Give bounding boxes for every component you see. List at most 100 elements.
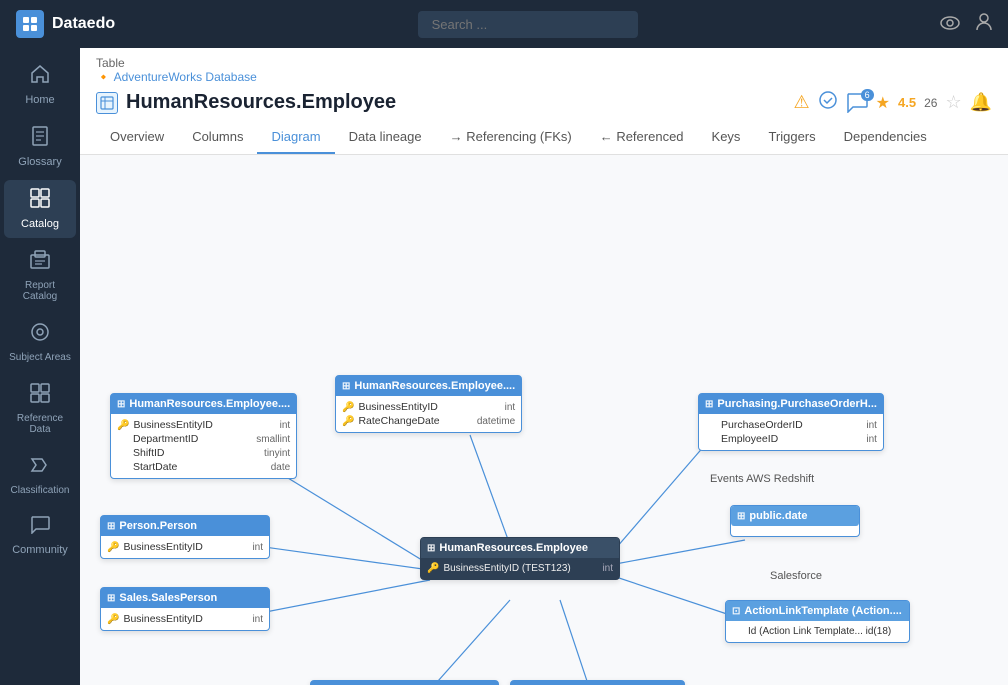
tab-diagram[interactable]: Diagram: [257, 121, 334, 154]
sidebar-item-catalog[interactable]: Catalog: [4, 180, 76, 238]
col-name: EmployeeID: [721, 433, 862, 445]
tab-overview[interactable]: Overview: [96, 121, 178, 154]
col-type: int: [505, 402, 516, 413]
aws-label: Events AWS Redshift: [710, 473, 814, 485]
community-icon: [30, 516, 50, 540]
sidebar-item-classification-label: Classification: [11, 485, 70, 496]
eye-icon[interactable]: [940, 14, 960, 35]
logo-icon: [16, 10, 44, 38]
table-title: HumanResources.Employee: [439, 542, 588, 554]
breadcrumb-link[interactable]: 🔸 AdventureWorks Database: [96, 70, 992, 84]
home-icon: [30, 64, 50, 90]
table-row: 🔑 BusinessEntityID int: [107, 612, 263, 626]
tabs: Overview Columns Diagram Data lineage → …: [80, 121, 1008, 155]
table-row: Id (Action Link Template... id(18): [732, 625, 903, 638]
table-body: PurchaseOrderID int EmployeeID int: [699, 414, 883, 450]
col-type: int: [866, 434, 877, 445]
table-job-candidate[interactable]: ⊞ HumanResources.JobCandid... JobCandida…: [310, 680, 499, 685]
tab-dependencies[interactable]: Dependencies: [830, 121, 941, 154]
bookmark-icon[interactable]: ☆: [945, 92, 961, 113]
user-icon[interactable]: [976, 13, 992, 36]
sidebar-item-reference-data[interactable]: Reference Data: [4, 375, 76, 443]
tab-referenced[interactable]: ← Referenced: [586, 121, 698, 154]
key-icon: 🔑: [427, 563, 439, 574]
table-production-doc[interactable]: ⊞ Production.Document DocumentNode hiera…: [510, 680, 685, 685]
key-icon: 🔑: [342, 416, 354, 427]
table-public-date[interactable]: ⊞ public.date: [730, 505, 860, 537]
tab-columns[interactable]: Columns: [178, 121, 257, 154]
sidebar-item-community-label: Community: [12, 544, 68, 556]
warning-icon[interactable]: ⚠: [794, 92, 810, 113]
sidebar-item-glossary-label: Glossary: [18, 156, 61, 168]
table-emp-dept[interactable]: ⊞ HumanResources.Employee.... 🔑 Business…: [110, 393, 297, 479]
tab-keys[interactable]: Keys: [698, 121, 755, 154]
col-name: ShiftID: [133, 447, 260, 459]
table-person[interactable]: ⊞ Person.Person 🔑 BusinessEntityID int: [100, 515, 270, 559]
table-row: StartDate date: [117, 460, 290, 474]
header-actions: ⚠ 6 ★ 4.5 26 ☆ 🔔: [794, 90, 992, 115]
rating-value: 4.5: [898, 95, 916, 110]
check-icon[interactable]: [818, 90, 838, 115]
sidebar-item-glossary[interactable]: Glossary: [4, 118, 76, 176]
table-header: ⊡ ActionLinkTemplate (Action....: [726, 601, 909, 621]
table-title: Purchasing.PurchaseOrderH...: [717, 398, 877, 410]
salesforce-label: Salesforce: [770, 570, 822, 582]
breadcrumb-type: Table: [96, 56, 125, 70]
report-catalog-icon: [30, 250, 50, 276]
col-name: Id (Action Link Template... id(18): [748, 626, 903, 637]
table-purchasing[interactable]: ⊞ Purchasing.PurchaseOrderH... PurchaseO…: [698, 393, 884, 451]
tab-referencing-fks[interactable]: → Referencing (FKs): [436, 121, 586, 154]
col-type: int: [252, 614, 263, 625]
sidebar-item-reference-data-label: Reference Data: [8, 413, 72, 435]
reference-data-icon: [30, 383, 50, 409]
col-type: tinyint: [264, 448, 290, 459]
sidebar-item-classification[interactable]: Classification: [4, 447, 76, 504]
tab-data-lineage[interactable]: Data lineage: [335, 121, 436, 154]
sidebar-item-community[interactable]: Community: [4, 508, 76, 564]
catalog-icon: [30, 188, 50, 214]
col-name: DepartmentID: [133, 433, 252, 445]
table-row: DepartmentID smallint: [117, 432, 290, 446]
col-type: smallint: [256, 434, 290, 445]
search-input[interactable]: [418, 11, 638, 38]
sidebar-item-subject-areas[interactable]: Subject Areas: [4, 314, 76, 371]
sidebar-item-home[interactable]: Home: [4, 56, 76, 114]
table-row: 🔑 RateChangeDate datetime: [342, 414, 515, 428]
rating-star-icon: ★: [876, 93, 890, 113]
table-row: 🔑 BusinessEntityID int: [342, 400, 515, 414]
sidebar-item-report-catalog[interactable]: Report Catalog: [4, 242, 76, 310]
key-icon: 🔑: [107, 614, 119, 625]
table-title: public.date: [749, 510, 807, 522]
classification-icon: [30, 455, 50, 481]
col-name: BusinessEntityID: [133, 419, 275, 431]
breadcrumb: Table 🔸 AdventureWorks Database: [80, 48, 1008, 84]
col-name: BusinessEntityID: [123, 541, 248, 553]
table-row: PurchaseOrderID int: [705, 418, 877, 432]
table-hr-employee-central[interactable]: ⊞ HumanResources.Employee 🔑 BusinessEnti…: [420, 537, 620, 580]
col-type: date: [271, 462, 290, 473]
content-area: Table 🔸 AdventureWorks Database HumanRes…: [80, 48, 1008, 685]
table-title: Sales.SalesPerson: [119, 592, 217, 604]
table-sales[interactable]: ⊞ Sales.SalesPerson 🔑 BusinessEntityID i…: [100, 587, 270, 631]
sidebar-item-report-catalog-label: Report Catalog: [8, 280, 72, 302]
table-action-link[interactable]: ⊡ ActionLinkTemplate (Action.... Id (Act…: [725, 600, 910, 643]
main-layout: Home Glossary Catalog Report Catalog Sub…: [0, 48, 1008, 685]
col-name: RateChangeDate: [358, 415, 472, 427]
table-emp-payhistory[interactable]: ⊞ HumanResources.Employee.... 🔑 Business…: [335, 375, 522, 433]
col-name: BusinessEntityID: [123, 613, 248, 625]
page-header: HumanResources.Employee ⚠ 6 ★ 4.5 26 ☆ 🔔: [80, 84, 1008, 115]
table-title: HumanResources.Employee....: [129, 398, 290, 410]
glossary-icon: [31, 126, 49, 152]
bell-icon[interactable]: 🔔: [970, 92, 992, 113]
key-icon: 🔑: [342, 402, 354, 413]
col-type: int: [252, 542, 263, 553]
navbar-icons: [940, 13, 992, 36]
app-logo[interactable]: Dataedo: [16, 10, 115, 38]
col-type: int: [280, 420, 291, 431]
table-header: ⊞ Purchasing.PurchaseOrderH...: [699, 394, 883, 414]
comment-icon-wrapper[interactable]: 6: [846, 93, 868, 113]
app-name: Dataedo: [52, 15, 115, 33]
sidebar-item-subject-areas-label: Subject Areas: [9, 352, 71, 363]
table-icon: [96, 92, 118, 114]
tab-triggers[interactable]: Triggers: [754, 121, 829, 154]
